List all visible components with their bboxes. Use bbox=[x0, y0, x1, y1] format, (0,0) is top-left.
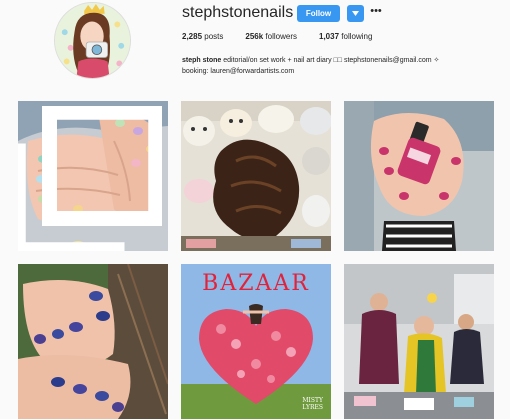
magazine-cover-line-1: MISTY bbox=[302, 397, 323, 404]
profile-stats: 2,285 posts 256k followers 1,037 followi… bbox=[182, 32, 394, 41]
post-image bbox=[181, 101, 331, 251]
post-tile[interactable] bbox=[344, 264, 494, 419]
followers-label: followers bbox=[265, 32, 297, 41]
post-tile[interactable]: BAZAAR MISTY LYRES bbox=[181, 264, 331, 419]
post-image bbox=[344, 264, 494, 419]
following-label: following bbox=[341, 32, 373, 41]
magazine-title: BAZAAR bbox=[202, 271, 310, 296]
profile-avatar[interactable] bbox=[54, 2, 131, 79]
post-image bbox=[18, 264, 168, 419]
bio-description: editorial/on set work + nail art diary □… bbox=[223, 57, 440, 64]
profile-bio: steph stone editorial/on set work + nail… bbox=[182, 55, 502, 77]
avatar-illustration bbox=[55, 3, 130, 78]
magazine-cover-line-2: LYRES bbox=[302, 404, 323, 411]
post-tile[interactable] bbox=[18, 101, 168, 251]
magazine-cover-line: MISTY LYRES bbox=[302, 397, 323, 411]
multiple-images-icon bbox=[18, 106, 162, 251]
bio-line-1: steph stone editorial/on set work + nail… bbox=[182, 55, 502, 66]
following-count: 1,037 bbox=[319, 32, 340, 41]
suggestions-dropdown-button[interactable] bbox=[347, 5, 364, 22]
post-tile[interactable] bbox=[344, 101, 494, 251]
followers-stat[interactable]: 256k followers bbox=[245, 32, 297, 41]
post-tile[interactable] bbox=[18, 264, 168, 419]
posts-label: posts bbox=[204, 32, 224, 41]
followers-count: 256k bbox=[245, 32, 264, 41]
more-options-button[interactable]: ••• bbox=[370, 4, 382, 18]
bio-name: steph stone bbox=[182, 57, 222, 64]
chevron-down-icon bbox=[352, 11, 359, 16]
following-stat[interactable]: 1,037 following bbox=[319, 32, 372, 41]
profile-username: stephstonenails bbox=[182, 4, 294, 21]
post-image bbox=[344, 101, 494, 251]
follow-button[interactable]: Follow bbox=[297, 5, 340, 22]
post-tile[interactable] bbox=[181, 101, 331, 251]
posts-stat: 2,285 posts bbox=[182, 32, 223, 41]
posts-count: 2,285 bbox=[182, 32, 203, 41]
bio-booking: booking: lauren@forwardartists.com bbox=[182, 68, 295, 75]
